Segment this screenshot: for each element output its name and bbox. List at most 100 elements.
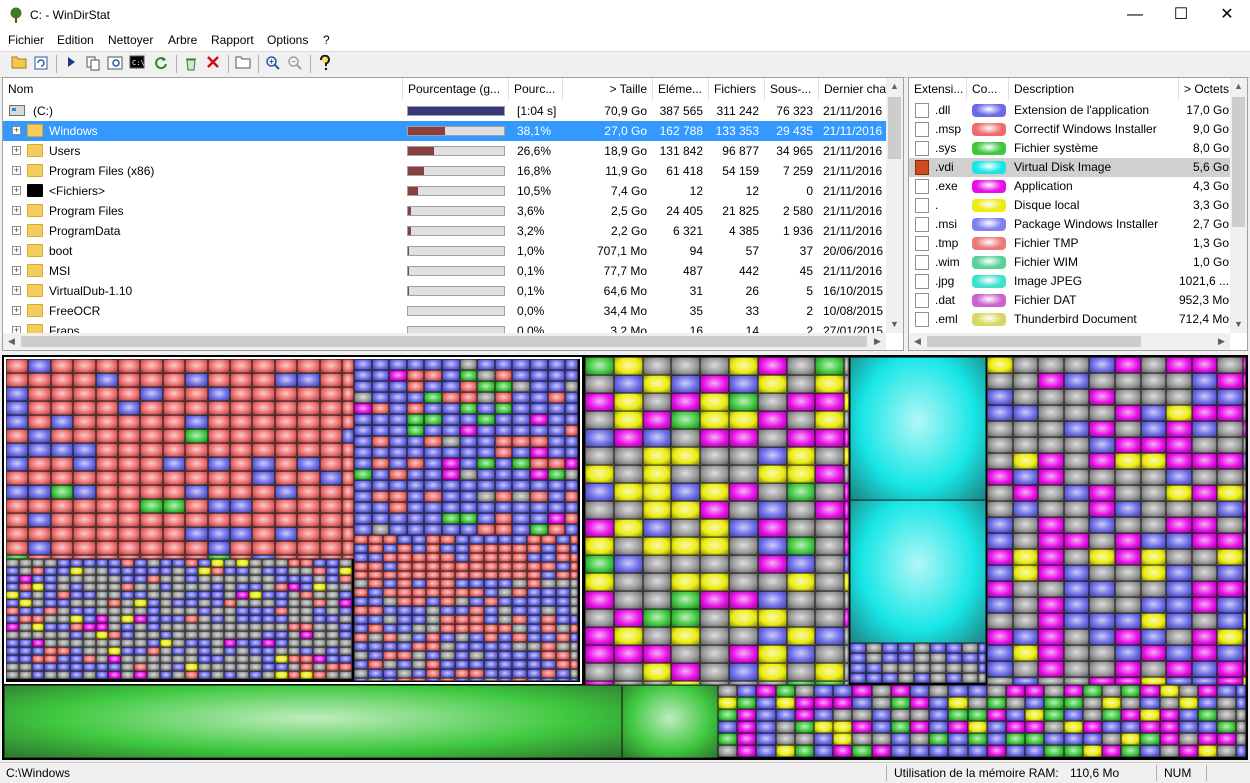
treemap-tile[interactable] [929,721,949,733]
treemap-tile[interactable] [1140,405,1167,421]
help-icon[interactable] [316,54,334,73]
column-subdirs[interactable]: Sous-... [765,78,819,100]
maximize-button[interactable]: ☐ [1158,0,1204,30]
treemap-tile[interactable] [786,465,816,483]
treemap-tile[interactable] [786,375,816,393]
treemap-tile[interactable] [1006,733,1026,745]
treemap-tile[interactable] [757,447,787,465]
treemap-tile[interactable] [1012,581,1039,597]
treemap-tile[interactable] [737,745,757,757]
treemap-tile[interactable] [585,555,614,573]
treemap-tile[interactable] [757,519,787,537]
treemap-tile[interactable] [1243,565,1246,581]
treemap-tile[interactable] [757,645,787,663]
expand-toggle-icon[interactable]: + [12,166,21,175]
treemap-tile[interactable] [967,685,987,697]
treemap-tile[interactable] [1236,685,1246,697]
treemap-tile[interactable] [729,519,758,537]
treemap-tile[interactable] [729,663,758,681]
treemap-tile[interactable] [844,609,849,627]
treemap-tile[interactable] [833,685,853,697]
treemap-tile[interactable] [967,697,987,709]
minimize-button[interactable]: — [1112,0,1158,30]
treemap-tile[interactable] [585,501,614,519]
treemap-tile[interactable] [910,709,930,721]
treemap-tile[interactable] [1063,721,1083,733]
treemap-tile[interactable] [1044,697,1064,709]
treemap-tile[interactable] [1140,389,1167,405]
treemap-tile[interactable] [1012,533,1039,549]
treemap-tile[interactable] [1140,721,1160,733]
treemap-tile[interactable] [786,663,816,681]
treemap-tile[interactable] [1198,745,1218,757]
treemap-tile[interactable] [671,429,701,447]
treemap-tile[interactable] [1243,421,1246,437]
scroll-left-icon[interactable]: ◀ [909,333,926,350]
treemap-tile[interactable] [1243,581,1246,597]
treemap-tile[interactable] [1191,565,1218,581]
menu-help[interactable]: ? [323,33,330,47]
treemap-tile[interactable] [1063,565,1090,581]
treemap-tile[interactable] [737,757,757,759]
treemap-tile[interactable] [585,483,614,501]
treemap-tile[interactable] [1178,685,1198,697]
treemap-tile[interactable] [786,393,816,411]
treemap-tile[interactable] [775,709,795,721]
treemap-tile[interactable] [613,645,643,663]
treemap-tile[interactable] [967,745,987,757]
treemap-tile[interactable] [844,537,849,555]
treemap-tile[interactable] [946,653,962,663]
treemap-tile[interactable] [1102,733,1122,745]
treemap-tile[interactable] [1063,661,1090,677]
treemap-tile[interactable] [1217,709,1237,721]
treemap-tile[interactable] [987,533,1013,549]
treemap-tile[interactable] [987,389,1013,405]
treemap-tile[interactable] [729,555,758,573]
treemap-tile[interactable] [786,429,816,447]
treemap-tile[interactable] [844,447,849,465]
treemap-tile[interactable] [757,393,787,411]
treemap-tile[interactable] [737,709,757,721]
treemap-tile[interactable] [1038,485,1064,501]
treemap-tile[interactable] [613,411,643,429]
treemap-tile[interactable] [585,627,614,645]
treemap-tile[interactable] [882,643,898,653]
treemap-tile[interactable] [1089,661,1115,677]
treemap-tile[interactable] [1025,685,1045,697]
tree-row[interactable]: + Users 26,6% 18,9 Go 131 842 96 877 34 965 21/… [3,141,886,161]
treemap-tile[interactable] [815,483,845,501]
treemap-tile[interactable] [642,447,672,465]
treemap-tile[interactable] [1012,565,1039,581]
treemap-tile[interactable] [671,357,701,375]
treemap-tile[interactable] [786,573,816,591]
treemap-tile[interactable] [1121,745,1141,757]
treemap-tile[interactable] [613,519,643,537]
treemap-tile[interactable] [850,643,866,653]
treemap-tile[interactable] [986,757,1006,759]
treemap-tile[interactable] [700,537,729,555]
treemap-tile[interactable] [1140,629,1167,645]
treemap-tile[interactable] [1121,757,1141,759]
treemap-tile[interactable] [1082,697,1102,709]
treemap-tile[interactable] [1038,389,1064,405]
treemap-tile[interactable] [642,591,672,609]
treemap-tile[interactable] [1082,733,1102,745]
treemap-tile[interactable] [1063,437,1090,453]
treemap-tile[interactable] [1038,533,1064,549]
treemap-tile[interactable] [1243,373,1246,389]
treemap-tile[interactable] [948,733,968,745]
treemap-tile[interactable] [786,555,816,573]
treemap-tile[interactable] [1236,697,1246,709]
treemap-tile[interactable] [1012,677,1039,685]
treemap-tile[interactable] [642,483,672,501]
treemap-tile[interactable] [852,733,872,745]
treemap-tile[interactable] [671,393,701,411]
treemap-tile[interactable] [1089,517,1115,533]
extension-row[interactable]: .dll Extension de l'application 17,0 Go [909,101,1230,120]
treemap-tile[interactable] [852,709,872,721]
column-extension[interactable]: Extensi... [909,78,967,100]
treemap-tile[interactable] [1115,533,1141,549]
treemap-tile[interactable] [890,757,910,759]
treemap-tile[interactable] [585,519,614,537]
treemap-tile[interactable] [871,709,891,721]
